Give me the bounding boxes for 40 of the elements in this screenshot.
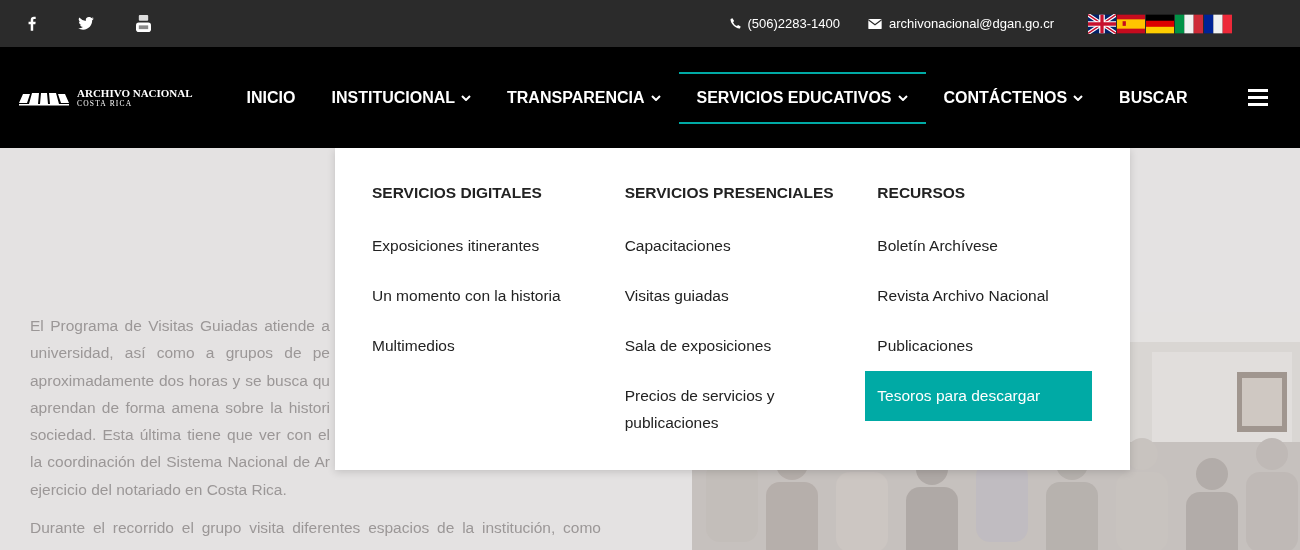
menu-link[interactable]: Visitas guiadas — [624, 282, 729, 309]
body-text-line: El Programa de Visitas Guiadas atiende a — [30, 316, 330, 336]
germany-flag-icon[interactable] — [1146, 13, 1174, 34]
menu-link[interactable]: Exposiciones itinerantes — [372, 232, 540, 259]
menu-link[interactable]: Revista Archivo Nacional — [877, 282, 1049, 309]
phone-icon — [729, 18, 741, 29]
logo-title[interactable]: ARCHIVO NACIONAL — [77, 87, 193, 99]
body-text-line: aproximadamente dos horas y se busca qu — [30, 370, 330, 391]
body-text-line: sociedad. Esta última tiene que ver con el — [30, 425, 330, 446]
body-text-line: aprendan de forma amena sobre la histori — [30, 397, 330, 418]
france-flag-icon[interactable] — [1204, 13, 1232, 34]
phone-number: (506)2283-1400 — [747, 16, 841, 31]
italy-flag-icon[interactable] — [1175, 13, 1203, 34]
nav-link[interactable]: CONTÁCTENOS — [925, 71, 1102, 124]
menu-link[interactable]: Sala de exposiciones — [624, 332, 772, 359]
nav-link[interactable]: TRANSPARENCIA — [489, 71, 679, 124]
email-address: archivonacional@dgan.go.cr — [889, 16, 1054, 31]
twitter-icon[interactable] — [78, 17, 94, 30]
menu-link[interactable]: Multimedios — [372, 332, 455, 359]
body-text-line: ejercicio del notariado en Costa Rica. — [30, 479, 288, 500]
menu-link[interactable]: Un momento con la historia — [372, 282, 561, 309]
menu-column-heading: SERVICIOS DIGITALES — [372, 184, 542, 202]
menu-link[interactable]: Publicaciones — [877, 332, 973, 359]
body-text-line: Durante el recorrido el grupo visita diferentes espacios de la institución, como — [30, 518, 601, 539]
nav-link[interactable]: SERVICIOS EDUCATIVOS — [678, 71, 926, 124]
menu-column-heading: RECURSOS — [877, 184, 966, 202]
nav-link[interactable]: BUSCAR — [1101, 71, 1206, 124]
body-text-line: universidad, así como a grupos de pe — [30, 343, 330, 364]
menu-column-heading: SERVICIOS PRESENCIALES — [624, 184, 834, 202]
nav-link[interactable]: INSTITUCIONAL — [313, 71, 490, 124]
menu-link[interactable]: Capacitaciones — [624, 232, 731, 259]
spain-flag-icon[interactable] — [1117, 13, 1145, 34]
uk-flag-icon[interactable] — [1088, 13, 1116, 34]
envelope-icon — [868, 18, 883, 29]
nav-link[interactable]: INICIO — [228, 71, 314, 124]
menu-icon[interactable] — [1248, 89, 1268, 106]
menu-link[interactable]: Boletín Archívese — [877, 232, 998, 259]
menu-link[interactable]: Precios de servicios y publicaciones — [624, 382, 825, 436]
body-text-line: la coordinación del Sistema Nacional de Ar — [30, 452, 330, 473]
facebook-icon[interactable] — [28, 16, 36, 31]
